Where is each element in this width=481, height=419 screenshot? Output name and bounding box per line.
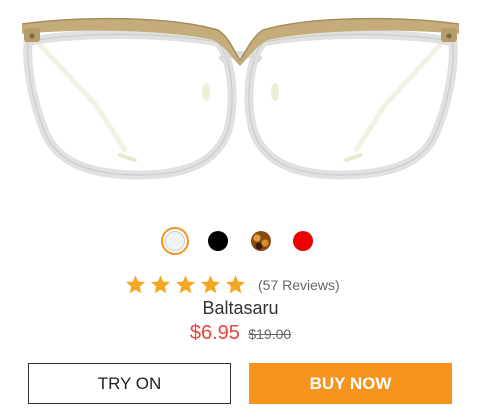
star-icon <box>126 275 145 294</box>
star-icon <box>176 275 195 294</box>
swatch-red[interactable] <box>293 231 313 251</box>
swatch-tortoise[interactable] <box>251 231 271 251</box>
product-name[interactable]: Baltasaru <box>0 298 481 319</box>
product-image <box>0 0 481 205</box>
star-icon <box>151 275 170 294</box>
product-rating: (57 Reviews) <box>0 274 481 298</box>
star-rating <box>125 274 246 298</box>
try-on-button[interactable]: TRY ON <box>28 363 231 404</box>
star-icon <box>201 275 220 294</box>
eyeglasses-icon <box>21 17 460 180</box>
original-price: $19.00 <box>248 326 292 342</box>
color-swatches <box>0 227 481 257</box>
price-block: $6.95 $19.00 <box>0 322 481 345</box>
swatch-black[interactable] <box>208 231 228 251</box>
sale-price: $6.95 <box>189 322 240 344</box>
swatch-clear[interactable] <box>165 231 185 251</box>
star-icon <box>226 275 245 294</box>
buy-now-button[interactable]: BUY NOW <box>249 363 452 404</box>
reviews-link[interactable]: (57 Reviews) <box>258 277 340 293</box>
